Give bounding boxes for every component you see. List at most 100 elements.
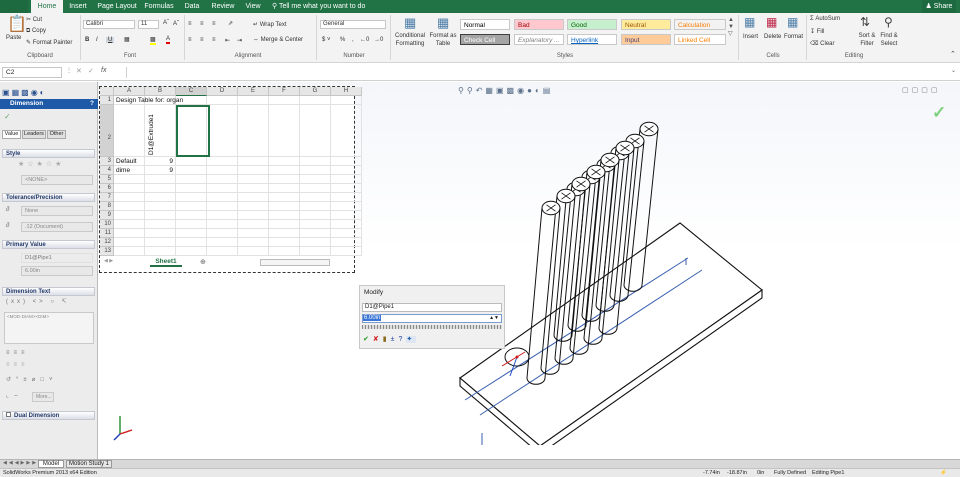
grid-cell[interactable] xyxy=(207,105,238,157)
primary-value-section-header[interactable]: Primary Value xyxy=(2,240,95,249)
style-input[interactable]: Input xyxy=(621,34,671,45)
grid-cell[interactable] xyxy=(114,175,145,184)
row-header[interactable]: 10 xyxy=(100,220,114,229)
tab-model[interactable]: Model xyxy=(38,460,64,468)
ok-check-icon[interactable]: ✓ xyxy=(4,112,11,121)
autosum-button[interactable]: Σ AutoSum xyxy=(810,16,840,22)
grid-cell[interactable] xyxy=(300,96,331,105)
window-restore-icon[interactable]: ▢ xyxy=(912,87,922,94)
grid-cell[interactable] xyxy=(238,202,269,211)
style-bad[interactable]: Bad xyxy=(514,19,564,30)
borders-icon[interactable]: ▦ xyxy=(124,36,130,43)
column-header[interactable]: H xyxy=(331,87,362,96)
confirm-corner-icon[interactable]: ✓ xyxy=(932,103,946,123)
tab-insert[interactable]: Insert xyxy=(66,0,90,13)
cut-button[interactable]: ✂ Cut xyxy=(26,16,42,23)
grid-cell[interactable] xyxy=(300,105,331,157)
grid-cell[interactable] xyxy=(238,166,269,175)
comma-icon[interactable]: , xyxy=(352,37,354,43)
selected-cell-c2[interactable] xyxy=(176,105,210,157)
grid-cell[interactable] xyxy=(331,229,362,238)
dimension-text-section-header[interactable]: Dimension Text xyxy=(2,287,95,296)
grid-cell[interactable] xyxy=(207,157,238,166)
grid-cell[interactable] xyxy=(300,166,331,175)
share-button[interactable]: ♟ Share xyxy=(922,0,956,13)
grid-cell[interactable] xyxy=(238,184,269,193)
gallery-scroll-icon[interactable]: ▲ ▼ ▽ xyxy=(728,17,734,38)
grid-cell[interactable] xyxy=(207,166,238,175)
select-all-corner[interactable] xyxy=(100,87,114,96)
grid-cell[interactable] xyxy=(176,247,207,256)
delete-cells-button[interactable]: Delete xyxy=(764,34,781,40)
column-header[interactable]: D xyxy=(207,87,238,96)
view-settings-icon[interactable]: ▤ xyxy=(543,86,554,95)
tell-me-box[interactable]: ⚲ Tell me what you want to do xyxy=(272,0,372,13)
grid-cell[interactable] xyxy=(207,220,238,229)
grid-cell[interactable] xyxy=(269,229,300,238)
style-check-cell[interactable]: Check Cell xyxy=(460,34,510,45)
grid-cell[interactable] xyxy=(238,105,269,157)
grid-cell[interactable] xyxy=(114,105,145,157)
grid-cell[interactable] xyxy=(145,229,176,238)
grid-cell[interactable] xyxy=(331,193,362,202)
grid-cell[interactable] xyxy=(238,247,269,256)
view-orientation-icon[interactable]: ▣ xyxy=(496,86,507,95)
increase-indent-icon[interactable]: ⇥ xyxy=(237,37,242,44)
primary-dimension-name[interactable]: D1@Pipe1 xyxy=(21,253,93,263)
italic-button[interactable]: I xyxy=(96,37,98,43)
grid-cell[interactable] xyxy=(114,211,145,220)
insert-cells-button[interactable]: Insert xyxy=(743,34,758,40)
cell-a3[interactable]: Default xyxy=(116,158,137,165)
format-table-icon[interactable]: ▦ xyxy=(437,16,449,29)
grow-font-icon[interactable]: Aˆ xyxy=(163,20,169,26)
grid-cell[interactable] xyxy=(269,220,300,229)
grid-cell[interactable] xyxy=(331,247,362,256)
row-header[interactable]: 6 xyxy=(100,184,114,193)
row-header[interactable]: 5 xyxy=(100,175,114,184)
window-close-icon[interactable]: ▢ xyxy=(931,87,941,94)
format-painter-button[interactable]: ✎ Format Painter xyxy=(26,39,72,46)
cancel-entry-icon[interactable]: ✕ xyxy=(76,67,82,75)
rebuild-status-icon[interactable]: ⚡ xyxy=(940,469,947,477)
increase-decimal-icon[interactable]: ←0 xyxy=(360,37,369,43)
primary-value-input[interactable]: 6.00in xyxy=(21,266,93,276)
delete-cells-icon[interactable]: ▦ xyxy=(766,16,777,28)
row-header[interactable]: 9 xyxy=(100,211,114,220)
expand-formula-icon[interactable]: ⌄ xyxy=(951,67,956,74)
percent-icon[interactable]: % xyxy=(340,37,345,43)
grid-cell[interactable] xyxy=(269,238,300,247)
align-bottom-icon[interactable]: ≡ xyxy=(212,21,216,27)
grid-cell[interactable] xyxy=(176,202,207,211)
grid-cell[interactable] xyxy=(269,105,300,157)
grid-cell[interactable] xyxy=(300,193,331,202)
add-sheet-icon[interactable]: ⊕ xyxy=(200,258,206,266)
help-icon[interactable]: ? xyxy=(90,99,94,109)
grid-cell[interactable] xyxy=(207,211,238,220)
grid-cell[interactable] xyxy=(269,96,300,105)
spin-arrows-icon[interactable]: ▲▼ xyxy=(489,315,499,322)
grid-cell[interactable] xyxy=(269,184,300,193)
find-select-button[interactable]: Find & Select xyxy=(876,32,902,48)
tab-home[interactable]: Home xyxy=(31,0,63,13)
conditional-formatting-button[interactable]: Conditional Formatting xyxy=(392,32,428,48)
align-middle-icon[interactable]: ≡ xyxy=(200,21,204,27)
column-header[interactable]: C xyxy=(176,87,207,96)
grid-cell[interactable] xyxy=(176,193,207,202)
orientation-icon[interactable]: ⇗ xyxy=(228,20,233,27)
tab-page-layout[interactable]: Page Layout xyxy=(96,0,138,13)
grid-cell[interactable] xyxy=(145,184,176,193)
grid-cell[interactable] xyxy=(176,238,207,247)
grid-cell[interactable] xyxy=(331,175,362,184)
grid-cell[interactable] xyxy=(331,238,362,247)
grid-cell[interactable] xyxy=(238,96,269,105)
horizontal-scrollbar[interactable] xyxy=(260,259,330,266)
grid-cell[interactable] xyxy=(176,220,207,229)
row-header[interactable]: 3 xyxy=(100,157,114,166)
grid-cell[interactable] xyxy=(331,105,362,157)
insert-function-icon[interactable]: fx xyxy=(101,67,106,74)
grid-cell[interactable] xyxy=(207,247,238,256)
tab-formulas[interactable]: Formulas xyxy=(143,0,175,13)
grid-cell[interactable] xyxy=(331,202,362,211)
grid-cell[interactable] xyxy=(114,202,145,211)
paste-icon[interactable]: 📋 xyxy=(7,17,27,33)
